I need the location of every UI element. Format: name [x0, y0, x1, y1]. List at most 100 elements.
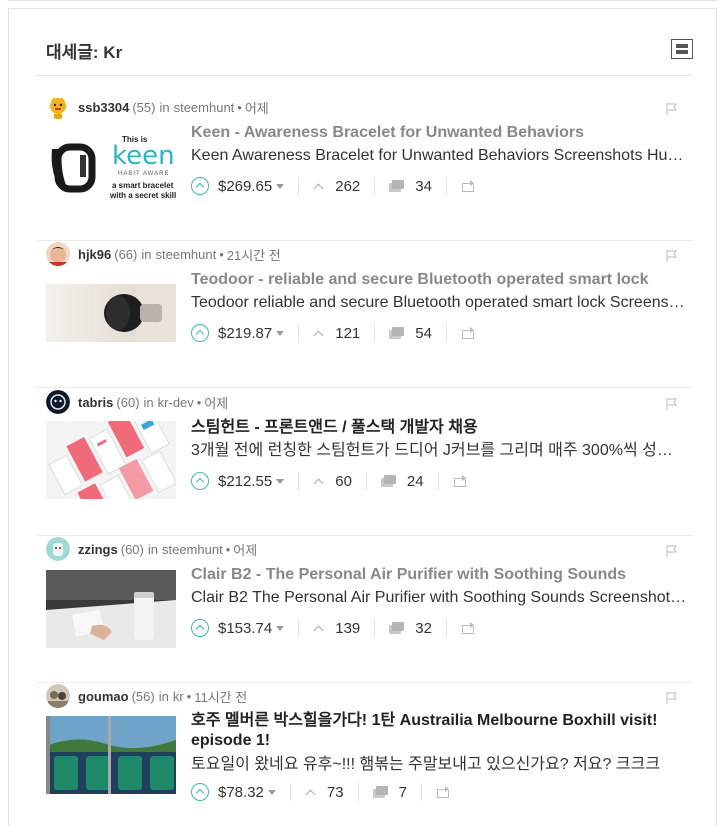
post-excerpt[interactable]: 토요일이 왔네요 유후~!!! 햄볶는 주말보내고 있으신가요? 저요? 크크크	[191, 754, 687, 776]
post-thumbnail[interactable]	[46, 284, 176, 342]
category-link[interactable]: steemhunt	[156, 247, 217, 262]
meta-separator: •	[219, 246, 224, 262]
upvote-icon[interactable]	[191, 324, 209, 342]
author-link[interactable]: hjk96	[78, 247, 111, 262]
payout-value[interactable]: $219.87	[218, 325, 285, 342]
flag-icon[interactable]	[665, 691, 679, 705]
post-time[interactable]: 어제	[204, 393, 228, 412]
upvote-count-icon	[313, 625, 323, 631]
category-link[interactable]: steemhunt	[174, 100, 235, 115]
post-title[interactable]: Clair B2 - The Personal Air Purifier wit…	[191, 564, 691, 586]
post-time[interactable]: 어제	[245, 98, 269, 117]
category-link[interactable]: kr	[173, 689, 184, 704]
post-item: ssb3304 (55) in steemhunt • 어제 This is k…	[37, 94, 693, 241]
post-excerpt[interactable]: Teodoor reliable and secure Bluetooth op…	[191, 292, 687, 314]
post-time[interactable]: 11시간 전	[194, 687, 247, 706]
category-link[interactable]: steemhunt	[162, 542, 223, 557]
post-meta: tabris (60) in kr-dev • 어제	[46, 389, 228, 415]
resteem-icon[interactable]	[461, 180, 475, 192]
payout-value[interactable]: $78.32	[218, 784, 276, 801]
comment-icon[interactable]	[389, 326, 405, 340]
post-thumbnail[interactable]	[46, 716, 176, 794]
post-footer: $219.87 121 54	[191, 319, 691, 347]
post-footer: $212.55 60 24	[191, 467, 691, 495]
payout-value[interactable]: $153.74	[218, 620, 285, 637]
flag-icon[interactable]	[665, 102, 679, 116]
in-label: in	[147, 541, 158, 557]
post-meta: hjk96 (66) in steemhunt • 21시간 전	[46, 241, 281, 267]
comment-count[interactable]: 32	[415, 620, 432, 637]
avatar[interactable]	[46, 390, 70, 414]
flag-icon[interactable]	[665, 397, 679, 411]
vote-count[interactable]: 262	[335, 178, 360, 195]
divider	[298, 619, 300, 637]
divider	[298, 177, 300, 195]
payout-value[interactable]: $269.65	[218, 178, 285, 195]
resteem-icon[interactable]	[461, 327, 475, 339]
category-link[interactable]: kr-dev	[158, 395, 194, 410]
divider	[365, 472, 367, 490]
vote-count[interactable]: 60	[335, 473, 352, 490]
caret-down-icon[interactable]	[276, 184, 285, 190]
flag-icon[interactable]	[665, 249, 679, 263]
post-thumbnail[interactable]	[46, 421, 176, 499]
upvote-icon[interactable]	[191, 783, 209, 801]
thumb-text: HABIT AWARE	[118, 171, 170, 177]
post-title[interactable]: Teodoor - reliable and secure Bluetooth …	[191, 269, 691, 291]
caret-down-icon[interactable]	[276, 331, 285, 337]
author-link[interactable]: ssb3304	[78, 100, 129, 115]
caret-down-icon[interactable]	[276, 626, 285, 632]
post-thumbnail[interactable]	[46, 570, 176, 648]
comment-icon[interactable]	[389, 179, 405, 193]
author-link[interactable]: tabris	[78, 395, 113, 410]
resteem-icon[interactable]	[436, 786, 450, 798]
post-thumbnail[interactable]: This is keen. HABIT AWARE a smart bracel…	[46, 129, 176, 207]
avatar[interactable]	[46, 684, 70, 708]
post-meta: goumao (56) in kr • 11시간 전	[46, 683, 247, 709]
vote-count[interactable]: 139	[335, 620, 360, 637]
resteem-icon[interactable]	[461, 622, 475, 634]
post-title[interactable]: Keen - Awareness Bracelet for Unwanted B…	[191, 122, 691, 144]
avatar[interactable]	[46, 242, 70, 266]
payout-value[interactable]: $212.55	[218, 473, 285, 490]
author-link[interactable]: goumao	[78, 689, 129, 704]
avatar[interactable]	[46, 537, 70, 561]
comment-icon[interactable]	[389, 621, 405, 635]
divider	[445, 177, 447, 195]
comment-count[interactable]: 54	[415, 325, 432, 342]
upvote-icon[interactable]	[191, 472, 209, 490]
upvote-count-icon	[305, 789, 315, 795]
layout-toggle-icon[interactable]	[671, 39, 693, 59]
author-link[interactable]: zzings	[78, 542, 118, 557]
avatar[interactable]	[46, 95, 70, 119]
vote-count[interactable]: 73	[327, 784, 344, 801]
caret-down-icon[interactable]	[267, 790, 276, 796]
post-footer: $153.74 139 32	[191, 614, 691, 642]
post-excerpt[interactable]: Keen Awareness Bracelet for Unwanted Beh…	[191, 145, 687, 167]
comment-icon[interactable]	[372, 785, 389, 799]
divider	[445, 619, 447, 637]
payout-amount: $78.32	[218, 783, 264, 801]
post-time[interactable]: 21시간 전	[227, 245, 281, 264]
top-rule	[8, 0, 717, 1]
post-excerpt[interactable]: 3개월 전에 런칭한 스팀헌트가 드디어 J커브를 그리며 매주 300%씩 성…	[191, 440, 687, 462]
caret-down-icon[interactable]	[276, 479, 285, 485]
post-item: goumao (56) in kr • 11시간 전 호주 멜버른 박스힐을가다…	[37, 683, 693, 826]
comment-count[interactable]: 24	[407, 473, 424, 490]
comment-icon[interactable]	[380, 474, 397, 488]
vote-count[interactable]: 121	[335, 325, 360, 342]
upvote-icon[interactable]	[191, 177, 209, 195]
author-reputation: (55)	[132, 99, 156, 115]
author-reputation: (60)	[116, 394, 140, 410]
post-title[interactable]: 스팀헌트 - 프론트앤드 / 풀스택 개발자 채용	[191, 417, 691, 439]
post-title[interactable]: 호주 멜버른 박스힐을가다! 1탄 Austrailia Melbourne B…	[191, 711, 687, 751]
comment-count[interactable]: 7	[399, 784, 407, 801]
post-time[interactable]: 어제	[233, 540, 257, 559]
comment-count[interactable]: 34	[415, 178, 432, 195]
divider	[374, 324, 376, 342]
post-excerpt[interactable]: Clair B2 The Personal Air Purifier with …	[191, 587, 687, 609]
upvote-icon[interactable]	[191, 619, 209, 637]
post-item: tabris (60) in kr-dev • 어제 스팀헌트 - 프론트앤드 …	[37, 389, 693, 536]
flag-icon[interactable]	[665, 544, 679, 558]
resteem-icon[interactable]	[453, 475, 467, 487]
